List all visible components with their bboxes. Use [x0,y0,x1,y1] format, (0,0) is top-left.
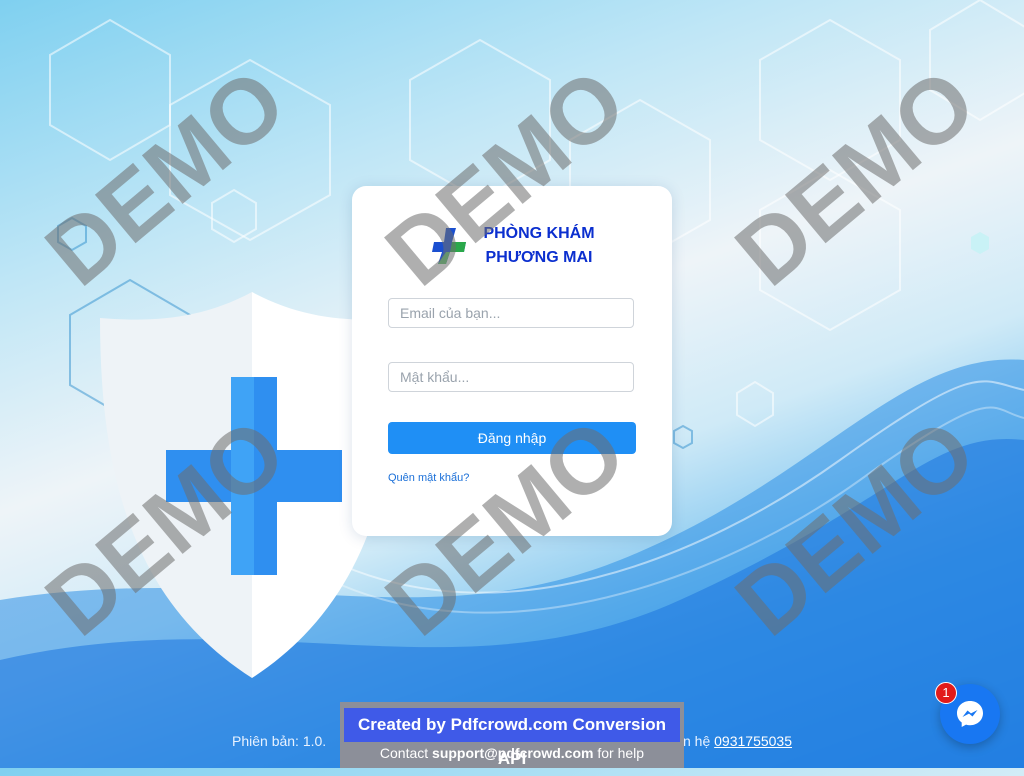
contact-text: n hệ 0931755035 [683,733,792,749]
pdfcrowd-sub-prefix: Contact [379,745,429,761]
messenger-unread-badge: 1 [935,682,957,704]
login-button[interactable]: Đăng nhập [388,422,636,454]
clinic-name-line2: PHƯƠNG MAI [485,249,593,266]
messenger-icon [957,701,983,727]
pdfcrowd-banner-title: Created by Pdfcrowd.com Conversion API [344,708,680,768]
password-input[interactable] [388,362,634,392]
pdfcrowd-banner: Created by Pdfcrowd.com Conversion API C… [340,702,684,768]
pdfcrowd-banner-subtitle: Contact support@pdfcrowd.com for help [340,745,684,761]
email-input[interactable] [388,298,634,328]
forgot-password-link[interactable]: Quên mật khẩu? [388,472,469,484]
clinic-name-line1: PHÒNG KHÁM [483,225,595,242]
pdfcrowd-sub-suffix: for help [597,745,645,761]
pdfcrowd-sub-email: support@pdfcrowd.com [432,745,594,761]
clinic-name: PHÒNG KHÁM PHƯƠNG MAI [474,222,604,270]
login-card: PHÒNG KHÁM PHƯƠNG MAI Đăng nhập Quên mật… [352,186,672,536]
version-text: Phiên bản: 1.0. [232,733,327,749]
contact-prefix: n hệ [683,733,711,749]
phone-link[interactable]: 0931755035 [714,733,792,749]
clinic-logo-icon [432,228,466,264]
